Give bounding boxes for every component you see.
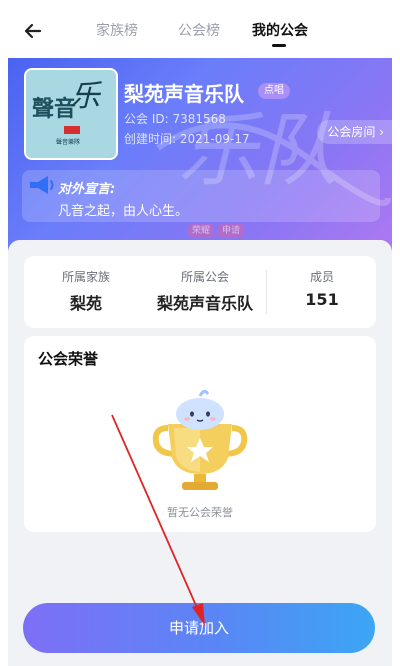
- honor-title: 公会荣誉: [38, 350, 99, 368]
- stats-divider: [266, 270, 267, 314]
- stat-members-value: 151: [305, 290, 339, 309]
- announcement-title: 对外宣言:: [58, 182, 116, 197]
- banner-watermark-tags: 荣耀 申请: [188, 218, 248, 238]
- stat-members: 成员 151: [268, 256, 376, 328]
- guild-room-button[interactable]: 公会房间 ›: [317, 120, 392, 144]
- trophy-icon: [152, 389, 248, 490]
- chevron-right-icon: ›: [379, 125, 384, 139]
- guild-created-date: 创建时间: 2021-09-17: [124, 132, 250, 146]
- guild-honor-card: 公会荣誉 暂无公会荣誉: [24, 336, 376, 532]
- tab-guild-rank[interactable]: 公会榜: [178, 20, 220, 40]
- announcement-box: 对外宣言: 凡音之起，由人心生。: [22, 170, 380, 222]
- tab-family-rank[interactable]: 家族榜: [96, 20, 138, 40]
- stat-members-label: 成员: [309, 270, 334, 284]
- stat-family-value: 梨苑: [69, 294, 102, 313]
- tab-my-guild[interactable]: 我的公会: [252, 20, 308, 40]
- announcement-text: 凡音之起，由人心生。: [58, 204, 189, 219]
- guild-stats-card: 所属家族 梨苑 所属公会 梨苑声音乐队 成员 151: [24, 256, 376, 328]
- guild-banner: 乐队 聲音 乐 聲音樂隊 梨苑声音乐队 点唱 公会 ID: 7381568 创建…: [8, 58, 392, 268]
- top-nav: 家族榜 公会榜 我的公会: [0, 0, 400, 58]
- stat-family-label: 所属家族: [61, 270, 110, 284]
- stat-guild-value: 梨苑声音乐队: [156, 294, 253, 313]
- svg-text:乐: 乐: [70, 79, 102, 114]
- guild-id: 公会 ID: 7381568: [124, 112, 226, 126]
- stat-guild-label: 所属公会: [180, 270, 229, 284]
- stat-family: 所属家族 梨苑: [24, 256, 148, 328]
- honor-empty-text: 暂无公会荣誉: [167, 506, 233, 519]
- guild-room-label: 公会房间: [327, 125, 376, 139]
- guild-type-badge: 点唱: [258, 83, 290, 99]
- tab-active-indicator: [272, 44, 286, 47]
- megaphone-icon: [30, 176, 54, 194]
- back-arrow-icon[interactable]: [20, 18, 46, 44]
- svg-text:聲音樂隊: 聲音樂隊: [56, 138, 80, 146]
- guild-cover-image[interactable]: 聲音 乐 聲音樂隊: [24, 68, 118, 160]
- stat-guild: 所属公会 梨苑声音乐队: [144, 256, 266, 328]
- guild-name: 梨苑声音乐队: [124, 82, 244, 106]
- apply-join-button[interactable]: 申请加入: [23, 603, 375, 653]
